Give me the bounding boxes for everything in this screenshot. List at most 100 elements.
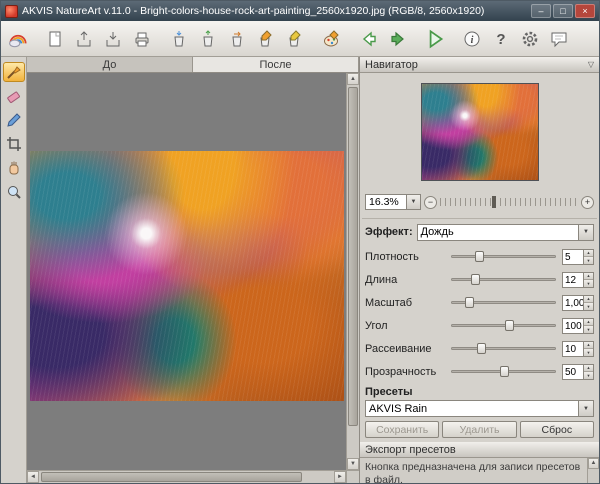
edited-image[interactable]	[30, 151, 344, 401]
zoom-tool[interactable]	[3, 182, 25, 202]
horizontal-scroll-thumb[interactable]	[41, 472, 302, 482]
canvas-horizontal-scrollbar[interactable]: ◄ ►	[27, 470, 346, 483]
param-label: Угол	[365, 319, 388, 332]
hint-scrollbar[interactable]: ▲	[587, 458, 599, 483]
zoom-value[interactable]: 16.3%	[365, 194, 407, 210]
scroll-right-button[interactable]: ►	[334, 471, 346, 483]
param-row-length: Длина 12 ▲ ▼	[365, 268, 594, 291]
svg-text:?: ?	[496, 31, 505, 48]
spin-up-button[interactable]: ▲	[584, 341, 593, 349]
slider-thumb[interactable]	[477, 342, 487, 354]
hint-scroll-up-button[interactable]: ▲	[588, 458, 599, 469]
density-spinbox[interactable]: 5 ▲ ▼	[562, 248, 594, 265]
spin-down-button[interactable]: ▼	[584, 326, 593, 333]
spin-down-button[interactable]: ▼	[584, 303, 593, 310]
slider-thumb[interactable]	[499, 365, 509, 377]
scatter-spinbox[interactable]: 10 ▲ ▼	[562, 340, 594, 357]
tab-after[interactable]: После	[193, 57, 359, 72]
delete-preset-button[interactable]: Удалить	[442, 421, 517, 438]
spin-value: 100	[565, 320, 582, 332]
reset-button[interactable]: Сброс	[519, 421, 594, 438]
slider-thumb[interactable]	[475, 250, 485, 262]
spin-down-button[interactable]: ▼	[584, 349, 593, 356]
zoom-slider-ticks	[440, 198, 578, 206]
maximize-button[interactable]: □	[553, 4, 573, 18]
slider-thumb[interactable]	[464, 296, 474, 308]
length-slider[interactable]	[451, 273, 556, 287]
image-canvas[interactable]: ▲ ▼ ◄ ►	[27, 73, 359, 483]
zoom-slider-thumb[interactable]	[492, 196, 497, 208]
preset-dropdown-icon[interactable]: ▼	[578, 401, 593, 416]
chat-bubble-icon	[551, 32, 567, 47]
navigator-thumbnail[interactable]	[420, 83, 539, 181]
zoom-in-button[interactable]: +	[581, 195, 594, 209]
eraser-tool[interactable]	[3, 86, 25, 106]
export-presets-button[interactable]	[281, 25, 309, 53]
export-presets-header[interactable]: Экспорт пресетов	[360, 442, 599, 458]
feedback-button[interactable]	[545, 25, 573, 53]
scroll-up-button[interactable]: ▲	[347, 73, 359, 85]
new-image-button[interactable]	[41, 25, 69, 53]
param-label: Длина	[365, 273, 398, 286]
density-slider[interactable]	[451, 250, 556, 264]
hand-tool[interactable]	[3, 158, 25, 178]
scroll-down-button[interactable]: ▼	[347, 458, 359, 470]
new-page-icon	[49, 31, 61, 46]
effect-dropdown[interactable]: Дождь ▼	[416, 223, 594, 241]
share-bucket-icon	[174, 30, 184, 46]
scatter-slider[interactable]	[451, 342, 556, 356]
effects-button[interactable]	[318, 25, 346, 53]
open-image-button[interactable]	[70, 25, 98, 53]
angle-slider[interactable]	[451, 319, 556, 333]
tab-before[interactable]: До	[27, 57, 193, 72]
spin-down-button[interactable]: ▼	[584, 372, 593, 379]
transparency-slider[interactable]	[451, 365, 556, 379]
save-preset-button[interactable]: Сохранить	[365, 421, 440, 438]
angle-spinbox[interactable]: 100 ▲ ▼	[562, 317, 594, 334]
transparency-spinbox[interactable]: 50 ▲ ▼	[562, 363, 594, 380]
spin-up-button[interactable]: ▲	[584, 318, 593, 326]
spin-up-button[interactable]: ▲	[584, 249, 593, 257]
reference-pencil-tool[interactable]	[3, 110, 25, 130]
scale-slider[interactable]	[451, 296, 556, 310]
undo-button[interactable]	[355, 25, 383, 53]
scroll-left-button[interactable]: ◄	[27, 471, 39, 483]
spin-down-button[interactable]: ▼	[584, 257, 593, 264]
preferences-button[interactable]	[516, 25, 544, 53]
window-title: AKVIS NatureArt v.11.0 - Bright-colors-h…	[22, 5, 485, 17]
canvas-vertical-scrollbar[interactable]: ▲ ▼	[346, 73, 359, 470]
slider-thumb[interactable]	[471, 273, 481, 285]
share-3-button[interactable]	[223, 25, 251, 53]
zoom-dropdown-icon[interactable]: ▼	[407, 194, 421, 210]
navigator-header[interactable]: Навигатор ▽	[360, 57, 599, 73]
effect-dropdown-icon[interactable]: ▼	[578, 224, 593, 240]
spin-up-button[interactable]: ▲	[584, 272, 593, 280]
length-spinbox[interactable]: 12 ▲ ▼	[562, 271, 594, 288]
close-button[interactable]: ×	[575, 4, 595, 18]
spin-up-button[interactable]: ▲	[584, 295, 593, 303]
app-window: AKVIS NatureArt v.11.0 - Bright-colors-h…	[0, 0, 600, 484]
spin-value: 50	[565, 366, 577, 378]
run-button[interactable]	[421, 25, 449, 53]
spin-down-button[interactable]: ▼	[584, 280, 593, 287]
zoom-combobox[interactable]: 16.3% ▼	[365, 194, 421, 210]
effect-area-brush-tool[interactable]	[2, 62, 25, 82]
help-button[interactable]: ?	[487, 25, 515, 53]
import-presets-button[interactable]	[252, 25, 280, 53]
preset-dropdown[interactable]: AKVIS Rain ▼	[365, 400, 594, 417]
save-image-button[interactable]	[99, 25, 127, 53]
minimize-button[interactable]: –	[531, 4, 551, 18]
crop-tool[interactable]	[3, 134, 25, 154]
share-2-button[interactable]	[194, 25, 222, 53]
slider-thumb[interactable]	[504, 319, 514, 331]
spin-up-button[interactable]: ▲	[584, 364, 593, 372]
zoom-slider[interactable]	[440, 195, 578, 209]
info-button[interactable]: i	[458, 25, 486, 53]
collapse-icon[interactable]: ▽	[588, 60, 594, 69]
vertical-scroll-thumb[interactable]	[348, 87, 358, 426]
print-button[interactable]	[128, 25, 156, 53]
zoom-out-button[interactable]: −	[424, 195, 437, 209]
share-1-button[interactable]	[165, 25, 193, 53]
scale-spinbox[interactable]: 1,00 ▲ ▼	[562, 294, 594, 311]
redo-button[interactable]	[384, 25, 412, 53]
